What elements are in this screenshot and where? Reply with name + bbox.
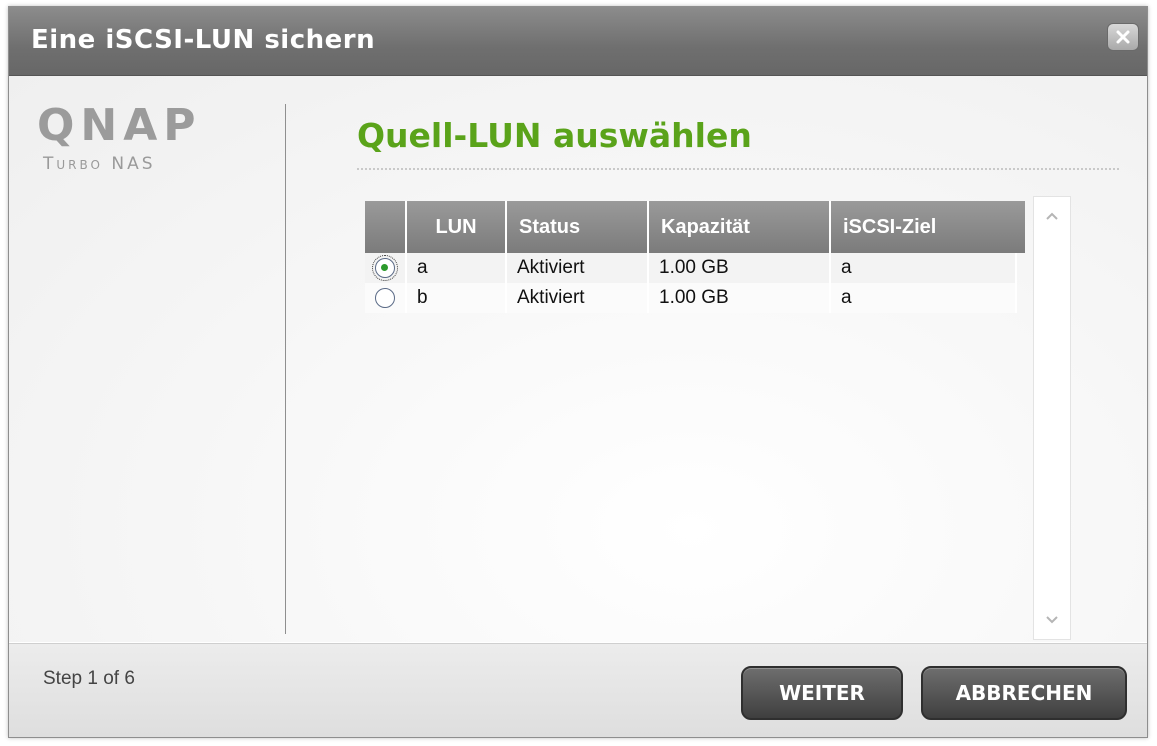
heading-divider <box>357 168 1119 170</box>
qnap-logo: QNAP Turbo NAS <box>37 100 237 175</box>
dialog-title: Eine iSCSI-LUN sichern <box>31 25 376 55</box>
column-header-lun[interactable]: LUN <box>407 201 507 253</box>
target-cell: a <box>831 283 1017 313</box>
column-header-capacity[interactable]: Kapazität <box>649 201 831 253</box>
cancel-button[interactable]: ABBRECHEN <box>921 666 1127 720</box>
row-select-cell <box>365 283 407 313</box>
status-cell: Aktiviert <box>507 253 649 283</box>
title-bar: Eine iSCSI-LUN sichern <box>9 7 1147 76</box>
table-scrollbar[interactable] <box>1033 196 1071 640</box>
page-heading: Quell-LUN auswählen <box>357 116 752 155</box>
capacity-cell: 1.00 GB <box>649 253 831 283</box>
row-radio[interactable] <box>375 288 395 308</box>
column-header-select <box>365 201 407 253</box>
logo-sub-text: Turbo NAS <box>43 154 156 174</box>
table-header: LUN Status Kapazität iSCSI-Ziel <box>365 201 1025 253</box>
lun-cell: a <box>407 253 507 283</box>
close-button[interactable] <box>1107 23 1139 51</box>
step-indicator: Step 1 of 6 <box>43 668 135 689</box>
vertical-divider <box>285 104 286 634</box>
lun-cell: b <box>407 283 507 313</box>
next-button[interactable]: WEITER <box>741 666 903 720</box>
dialog-footer: Step 1 of 6 WEITER ABBRECHEN <box>9 643 1147 737</box>
chevron-down-icon <box>1046 616 1058 624</box>
dialog-content: QNAP Turbo NAS Quell-LUN auswählen LUN S… <box>9 76 1147 642</box>
column-header-target[interactable]: iSCSI-Ziel <box>831 201 1017 253</box>
scroll-up-button[interactable] <box>1037 201 1067 231</box>
chevron-up-icon <box>1046 212 1058 220</box>
target-cell: a <box>831 253 1017 283</box>
dialog-window: Eine iSCSI-LUN sichern QNAP Turbo NAS Qu… <box>8 6 1148 738</box>
column-header-status[interactable]: Status <box>507 201 649 253</box>
capacity-cell: 1.00 GB <box>649 283 831 313</box>
row-radio-selected[interactable] <box>372 255 398 281</box>
table-row[interactable]: a Aktiviert 1.00 GB a <box>365 253 1025 283</box>
scroll-down-button[interactable] <box>1037 605 1067 635</box>
logo-main-text: QNAP <box>37 100 202 151</box>
close-icon <box>1116 30 1130 44</box>
row-select-cell <box>365 253 407 283</box>
table-row[interactable]: b Aktiviert 1.00 GB a <box>365 283 1025 313</box>
status-cell: Aktiviert <box>507 283 649 313</box>
lun-table: LUN Status Kapazität iSCSI-Ziel a Aktivi… <box>365 201 1025 639</box>
